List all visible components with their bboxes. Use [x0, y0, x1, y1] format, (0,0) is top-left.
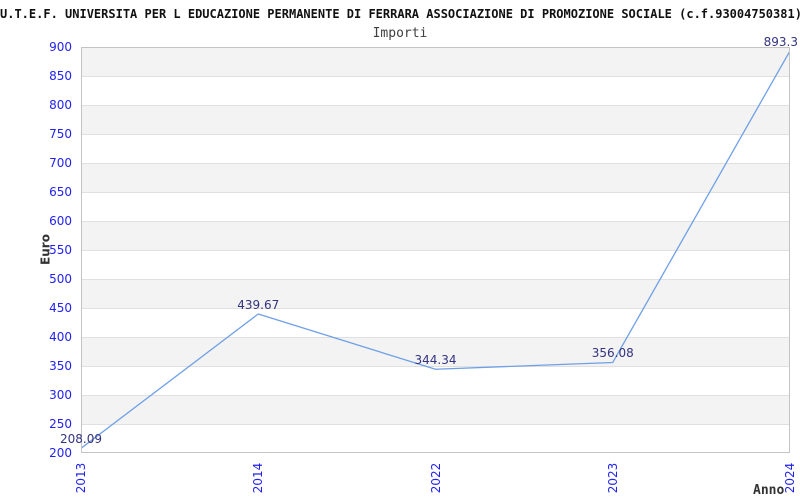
- y-axis-tick-label: 700: [49, 156, 72, 170]
- x-axis-tick-label: 2024: [783, 462, 797, 494]
- y-axis-tick-label: 550: [49, 243, 72, 257]
- line-series: [81, 50, 790, 449]
- y-axis-tick-label: 600: [49, 214, 72, 228]
- x-axis-tick-label: 2013: [74, 462, 88, 494]
- y-axis-tick-label: 650: [49, 185, 72, 199]
- y-axis-tick-label: 450: [49, 301, 72, 315]
- y-axis-tick-label: 750: [49, 127, 72, 141]
- y-axis-title-text: Euro: [38, 234, 53, 265]
- data-point-label: 344.34: [414, 353, 457, 368]
- series-line: [81, 50, 790, 449]
- y-axis-tick-label: 850: [49, 69, 72, 83]
- x-axis-tick-label: 2022: [428, 462, 443, 494]
- y-axis-tick-label: 250: [49, 417, 72, 431]
- x-axis-tick-label: 2014: [251, 462, 266, 494]
- x-axis-title: Anno: [753, 483, 785, 498]
- x-axis-tick-label: 2023: [605, 462, 620, 494]
- y-axis-tick-label: 500: [49, 272, 72, 286]
- y-axis-tick-label: 350: [49, 359, 72, 373]
- data-point-label: 893.3: [763, 34, 799, 49]
- y-axis-tick-label: 300: [49, 388, 72, 402]
- data-point-label: 208.09: [60, 432, 102, 447]
- chart: U.T.E.F. UNIVERSITA PER L EDUCAZIONE PER…: [0, 0, 800, 500]
- data-point-label: 439.67: [237, 297, 280, 312]
- y-axis-tick-label: 200: [49, 446, 72, 460]
- plot-area: [81, 47, 790, 453]
- y-axis-tick-label: 400: [49, 330, 72, 344]
- y-axis-tick-label: 800: [49, 98, 72, 112]
- y-axis-tick-label: 900: [49, 40, 72, 54]
- chart-subtitle: Importi: [372, 26, 428, 41]
- data-point-label: 356.08: [591, 346, 634, 361]
- chart-title: U.T.E.F. UNIVERSITA PER L EDUCAZIONE PER…: [0, 7, 800, 21]
